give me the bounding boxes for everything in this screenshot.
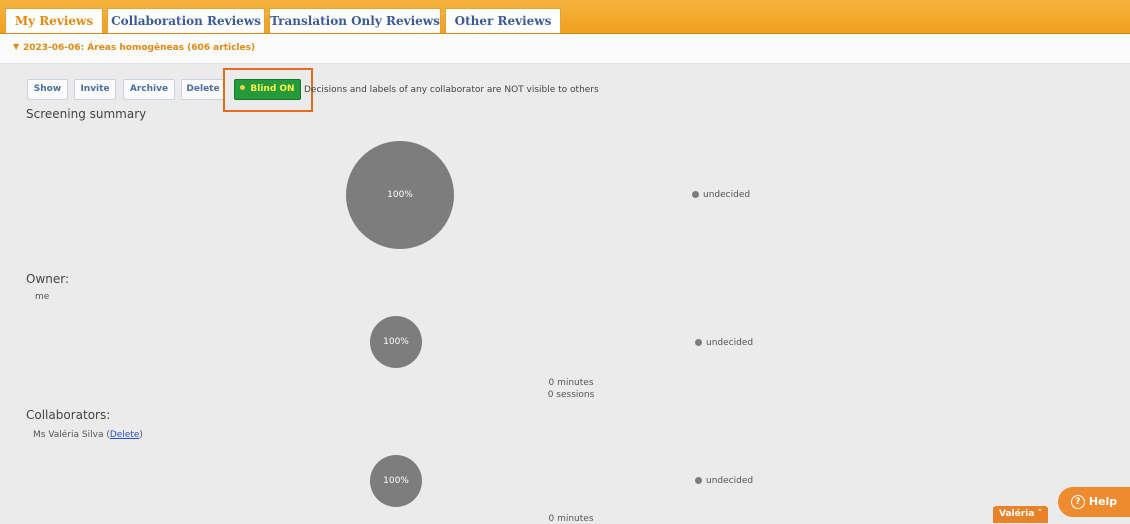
screening-pie-label: 100% (387, 190, 413, 200)
delete-collaborator-link[interactable]: Delete (110, 430, 140, 440)
collaborator-pie-label: 100% (383, 476, 409, 486)
blind-mode-note: Decisions and labels of any collaborator… (304, 85, 599, 95)
highlight-box (223, 68, 313, 112)
user-menu-button[interactable]: Valéria ˄ (993, 506, 1048, 523)
project-header[interactable]: ▼ 2023-06-06: Áreas homogêneas (606 arti… (0, 34, 1130, 64)
collaborator-name: Ms Valéria Silva (33, 430, 104, 440)
legend-dot-icon (692, 191, 699, 198)
owner-name: me (35, 292, 50, 302)
screening-summary-title: Screening summary (26, 107, 147, 121)
collaborators-title: Collaborators: (26, 408, 111, 422)
tab-other-reviews[interactable]: Other Reviews (5) (445, 8, 561, 53)
collaborator-row: Ms Valéria Silva (Delete) (33, 430, 143, 440)
chevron-up-icon: ˄ (1037, 509, 1042, 519)
tab-translation-only-reviews[interactable]: Translation Only Reviews (0) (269, 8, 441, 53)
project-title[interactable]: 2023-06-06: Áreas homogêneas (606 articl… (23, 43, 255, 53)
delete-button[interactable]: Delete (181, 79, 225, 100)
screening-legend: undecided (692, 190, 750, 200)
invite-button[interactable]: Invite (74, 79, 116, 100)
collaborator-legend-label: undecided (706, 476, 754, 486)
user-name: Valéria (999, 509, 1035, 519)
screening-pie-chart: 100% (346, 141, 454, 249)
collapse-caret-icon[interactable]: ▼ (13, 42, 19, 51)
collaborator-pie-chart: 100% (370, 455, 422, 507)
archive-button[interactable]: Archive (123, 79, 175, 100)
owner-legend-label: undecided (706, 338, 754, 348)
tab-collaboration-reviews[interactable]: Collaboration Reviews (0) (107, 8, 265, 53)
show-button[interactable]: Show (27, 79, 68, 100)
screening-legend-label: undecided (703, 190, 751, 200)
legend-dot-icon (695, 477, 702, 484)
review-tabs: My Reviews (1) Collaboration Reviews (0)… (0, 0, 1130, 53)
collaborator-legend: undecided (695, 476, 753, 486)
owner-minutes: 0 minutes (548, 378, 594, 388)
legend-dot-icon (695, 339, 702, 346)
help-label: Help (1088, 495, 1118, 508)
question-circle-icon: ? (1070, 495, 1085, 509)
owner-sessions: 0 sessions (547, 390, 595, 400)
owner-pie-chart: 100% (370, 316, 422, 368)
owner-pie-label: 100% (383, 337, 409, 347)
owner-title: Owner: (26, 272, 70, 286)
tab-my-reviews[interactable]: My Reviews (1) (5, 8, 103, 53)
owner-legend: undecided (695, 338, 753, 348)
help-button[interactable]: ? Help (1058, 487, 1130, 517)
